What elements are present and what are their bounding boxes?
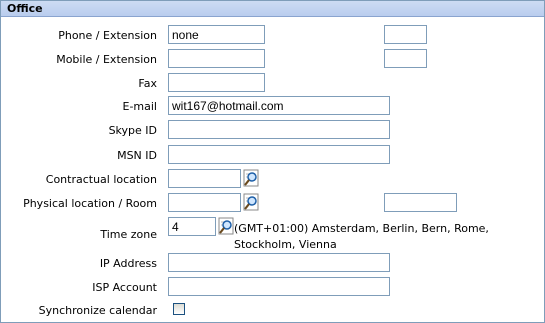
time-zone-input[interactable]: [168, 217, 216, 236]
mobile-label: Mobile / Extension: [56, 53, 157, 66]
physical-location-input[interactable]: [168, 193, 241, 212]
phone-extension-input[interactable]: [384, 25, 427, 44]
contractual-location-label: Contractual location: [45, 173, 157, 186]
fax-input[interactable]: [168, 73, 265, 92]
contractual-location-input[interactable]: [168, 169, 241, 188]
msn-label: MSN ID: [117, 149, 157, 162]
email-label: E-mail: [122, 100, 158, 113]
skype-label: Skype ID: [108, 124, 157, 137]
phone-label: Phone / Extension: [58, 29, 157, 42]
email-input[interactable]: [168, 96, 390, 115]
physical-location-label: Physical location / Room: [23, 197, 157, 210]
time-zone-label: Time zone: [100, 228, 157, 241]
mobile-input[interactable]: [168, 49, 265, 68]
magnifier-lookup-icon[interactable]: [243, 193, 261, 211]
isp-account-input[interactable]: [168, 277, 390, 296]
time-zone-description: (GMT+01:00) Amsterdam, Berlin, Bern, Rom…: [234, 222, 489, 251]
fax-label: Fax: [138, 77, 157, 90]
section-header: Office: [1, 1, 544, 17]
ip-address-label: IP Address: [99, 257, 157, 270]
isp-account-label: ISP Account: [92, 281, 157, 294]
sync-calendar-checkbox[interactable]: [173, 303, 185, 315]
ip-address-input[interactable]: [168, 253, 390, 272]
mobile-extension-input[interactable]: [384, 49, 427, 68]
msn-input[interactable]: [168, 145, 390, 164]
office-panel: Office Phone / Extension Mobile / Extens…: [0, 0, 545, 323]
magnifier-lookup-icon[interactable]: [243, 169, 261, 187]
skype-input[interactable]: [168, 120, 390, 139]
sync-calendar-label: Synchronize calendar: [38, 304, 157, 317]
phone-input[interactable]: [168, 25, 265, 44]
room-input[interactable]: [384, 193, 457, 212]
